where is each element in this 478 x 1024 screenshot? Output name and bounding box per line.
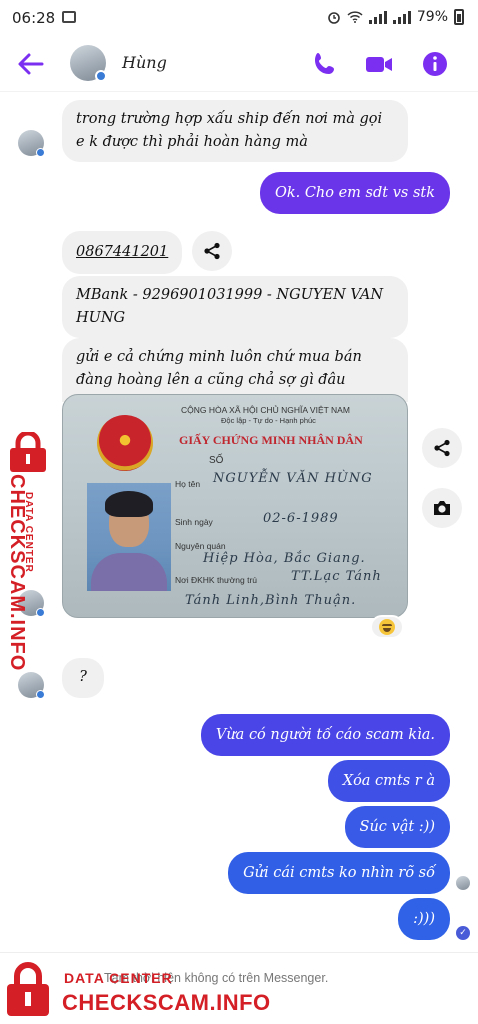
lock-icon (10, 432, 46, 472)
card-residence-value-2: Tánh Linh,Bình Thuận. (185, 593, 357, 608)
message-text: Xóa cmts r à (342, 773, 435, 789)
battery-icon (454, 9, 464, 25)
phone-icon[interactable] (310, 49, 340, 79)
camera-button[interactable] (422, 488, 462, 528)
card-header-line1: CỘNG HÒA XÃ HỘI CHỦ NGHĨA VIỆT NAM (181, 405, 350, 415)
watermark-label: DATA CENTER (64, 970, 173, 986)
message-text: Ok. Cho em sdt vs stk (274, 185, 435, 201)
id-card-photo[interactable]: CỘNG HÒA XÃ HỘI CHỦ NGHĨA VIỆT NAM Độc l… (62, 394, 408, 618)
message-text: ? (79, 669, 87, 685)
card-origin-label: Nguyên quán (175, 541, 226, 551)
card-residence-label: Nơi ĐKHK thường trú (175, 575, 258, 585)
lock-icon (7, 962, 49, 1016)
info-icon[interactable] (420, 49, 450, 79)
incoming-message[interactable]: MBank - 9296901031999 - NGUYEN VAN HUNG (62, 276, 408, 338)
laughing-reaction[interactable] (370, 615, 404, 639)
gallery-notification-icon (62, 11, 76, 23)
message-line: MBank - 9296901031999 - NGUYEN VAN (76, 287, 384, 303)
message-text: Gửi cái cmts ko nhìn rõ số (243, 865, 435, 881)
signal-icon (368, 10, 387, 24)
battery-percent: 79% (416, 9, 448, 25)
card-title: GIẤY CHỨNG MINH NHÂN DÂN (179, 433, 363, 447)
laughing-emoji-icon (379, 619, 395, 635)
wifi-icon (347, 11, 363, 23)
message-line: đàng hoàng lên a cũng chả sợ gì đâu (76, 372, 346, 388)
watermark-side: DATA CENTER CHECKSCAM.INFO (2, 432, 58, 671)
active-status-dot (36, 690, 45, 699)
message-list[interactable]: trong trường hợp xấu ship đến nơi mà gọi… (0, 92, 478, 952)
share-image-button[interactable] (422, 428, 462, 468)
watermark-url: CHECKSCAM.INFO (6, 474, 28, 672)
incoming-message-phone[interactable]: 0867441201 (62, 231, 183, 274)
status-time: 06:28 (12, 9, 56, 27)
outgoing-message[interactable]: Gửi cái cmts ko nhìn rõ số (228, 852, 450, 894)
national-emblem-icon (97, 415, 153, 471)
phone-number-link[interactable]: 0867441201 (76, 244, 168, 260)
camera-icon (434, 501, 450, 515)
watermark-url: CHECKSCAM.INFO (62, 990, 271, 1015)
message-text: Vừa có người tố cáo scam kìa. (215, 727, 435, 743)
card-name-value: NGUYỄN VĂN HÙNG (213, 471, 373, 486)
message-line: HUNG (76, 310, 126, 326)
seen-indicator-avatar (456, 876, 470, 890)
card-number-label: SỐ (209, 455, 224, 466)
contact-avatar-small[interactable] (18, 130, 45, 157)
sent-check-icon: ✓ (456, 926, 470, 940)
message-line: trong trường hợp xấu ship đến nơi mà gọi (76, 111, 383, 127)
contact-avatar[interactable] (70, 45, 107, 82)
message-text: :))) (413, 911, 435, 927)
incoming-message[interactable]: ? (62, 658, 104, 698)
card-origin-value: Hiệp Hòa, Bắc Giang. (203, 551, 366, 566)
share-button[interactable] (192, 231, 232, 271)
incoming-message[interactable]: gửi e cả chứng minh luôn chứ mua bán đàn… (62, 338, 408, 402)
outgoing-message[interactable]: :))) (398, 898, 450, 940)
card-dob-label: Sinh ngày (175, 517, 213, 527)
status-indicators: 79% (327, 9, 464, 25)
card-header-line2: Độc lập - Tự do - Hạnh phúc (221, 416, 316, 425)
card-portrait (87, 483, 171, 591)
outgoing-message[interactable]: Ok. Cho em sdt vs stk (259, 172, 450, 214)
share-icon (204, 242, 220, 260)
conversation-header: Hùng (0, 36, 478, 92)
watermark-bottom: DATA CENTER CHECKSCAM.INFO (2, 960, 302, 1022)
share-icon (434, 439, 450, 457)
card-residence-value-1: TT.Lạc Tánh (291, 569, 382, 584)
alarm-icon (328, 12, 340, 24)
outgoing-message[interactable]: Súc vật :)) (344, 806, 450, 848)
outgoing-message[interactable]: Xóa cmts r à (327, 760, 450, 802)
back-arrow-icon[interactable] (14, 49, 48, 79)
contact-name[interactable]: Hùng (122, 53, 167, 72)
active-status-dot (95, 70, 107, 82)
message-line: gửi e cả chứng minh luôn chứ mua bán (76, 349, 362, 365)
card-name-label: Họ tên (175, 479, 201, 489)
card-dob-value: 02-6-1989 (263, 511, 339, 526)
message-text: Súc vật :)) (359, 819, 435, 835)
signal2-icon (392, 10, 411, 24)
status-bar: 06:28 79% (0, 0, 478, 36)
incoming-message[interactable]: trong trường hợp xấu ship đến nơi mà gọi… (62, 100, 408, 162)
contact-avatar-small[interactable] (18, 672, 45, 699)
active-status-dot (36, 148, 45, 157)
outgoing-message[interactable]: Vừa có người tố cáo scam kìa. (200, 714, 450, 756)
message-line: e k được thì phải hoàn hàng mà (76, 134, 308, 150)
video-camera-icon[interactable] (364, 49, 394, 79)
